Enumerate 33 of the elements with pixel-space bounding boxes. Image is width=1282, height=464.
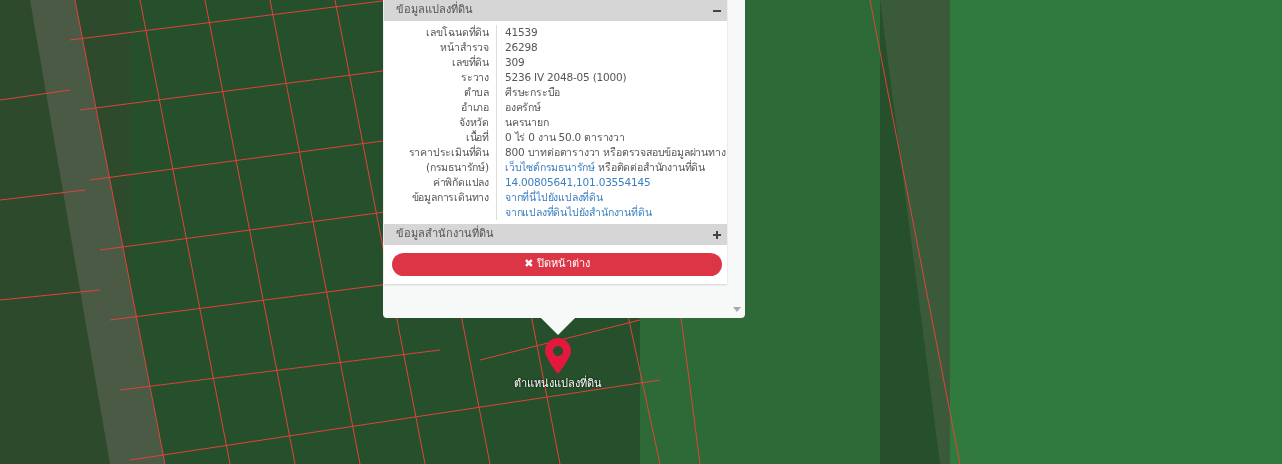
section-header[interactable]: ข้อมูลแปลงที่ดิน — [384, 0, 727, 21]
field-label: ตำบล — [384, 85, 497, 100]
field-value: 41539 — [505, 25, 538, 40]
field-label: จังหวัด — [384, 115, 497, 130]
link[interactable]: 14.00805641,101.03554145 — [505, 175, 651, 190]
field-value: องครักษ์ — [505, 100, 541, 115]
field-value: 0 ไร่ 0 งาน 50.0 ตารางวา — [505, 130, 625, 145]
link[interactable]: เว็บไซต์กรมธนารักษ์ — [505, 161, 595, 173]
field-label: เนื้อที่ — [384, 130, 497, 145]
field-label: เลขที่ดิน — [384, 55, 497, 70]
field-value: 5236 IV 2048-05 (1000) — [505, 70, 627, 85]
field-value: ศีรษะกระบือ — [505, 85, 561, 100]
field-label: อำเภอ — [384, 100, 497, 115]
field-label: ราคาประเมินที่ดิน — [384, 145, 497, 160]
field-value: เว็บไซต์กรมธนารักษ์ หรือติดต่อสำนักงานที่ดิน — [505, 160, 705, 175]
section-title: ข้อมูลแปลงที่ดิน — [396, 2, 473, 19]
field-value: 309 — [505, 55, 525, 70]
link[interactable]: จากแปลงที่ดินไปยังสำนักงานที่ดิน — [505, 205, 652, 220]
field-label: ค่าพิกัดแปลง — [384, 175, 497, 190]
marker-label: ตำแหน่งแปลงที่ดิน — [513, 376, 603, 392]
link[interactable]: จากที่นี่ไปยังแปลงที่ดิน — [505, 190, 652, 205]
field-label: ระวาง — [384, 70, 497, 85]
field-label: (กรมธนารักษ์) — [384, 160, 497, 175]
close-button[interactable]: ✖ ปิดหน้าต่าง — [392, 253, 722, 276]
plus-icon[interactable] — [713, 230, 721, 239]
field-label: ข้อมูลการเดินทาง — [384, 190, 497, 220]
field-value: 800 บาทต่อตารางวา หรือตรวจสอบข้อมูลผ่านทาง — [505, 145, 726, 160]
field-label: หน้าสำรวจ — [384, 40, 497, 55]
field-label: เลขโฉนดที่ดิน — [384, 25, 497, 40]
field-value: นครนายก — [505, 115, 549, 130]
section-header[interactable]: ข้อมูลสำนักงานที่ดิน — [384, 224, 727, 245]
field-value: 26298 — [505, 40, 538, 55]
section-title: ข้อมูลสำนักงานที่ดิน — [396, 226, 494, 243]
